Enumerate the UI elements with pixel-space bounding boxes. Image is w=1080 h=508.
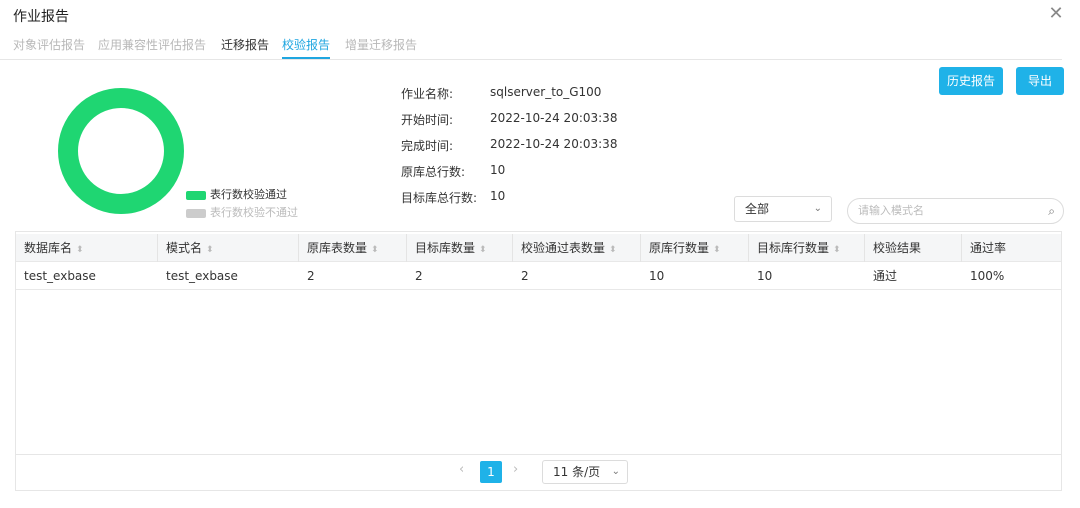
history-report-button[interactable]: 历史报告	[939, 67, 1003, 95]
pagination-bar	[16, 454, 1061, 490]
col-target-count[interactable]: 目标库数量 ⬍	[407, 234, 513, 262]
cell-passed-table-count: 2	[521, 269, 529, 283]
source-rows-value: 10	[490, 163, 506, 177]
tab-app-compatibility[interactable]: 应用兼容性评估报告	[98, 36, 206, 53]
col-pass-rate: 通过率	[970, 241, 1007, 255]
chevron-down-icon: ⌄	[813, 203, 822, 214]
legend-pass-swatch	[186, 190, 206, 200]
tab-migration[interactable]: 迁移报告	[221, 36, 269, 53]
sort-icon[interactable]: ⬍	[206, 245, 214, 255]
legend-fail: 表行数校验不通过	[186, 204, 298, 220]
page-size-select[interactable]: 11 条/页 ⌄	[542, 460, 628, 484]
col-passed-table-count[interactable]: 校验通过表数量 ⬍	[513, 234, 641, 262]
legend-pass: 表行数校验通过	[186, 186, 287, 202]
sort-icon[interactable]: ⬍	[76, 245, 84, 255]
col-source-row-count[interactable]: 原库行数量 ⬍	[641, 234, 749, 262]
legend-pass-label: 表行数校验通过	[210, 188, 287, 201]
sort-icon[interactable]: ⬍	[833, 245, 841, 255]
page-number-current[interactable]: 1	[480, 461, 502, 483]
chevron-down-icon: ⌄	[611, 466, 620, 477]
search-placeholder: 请输入模式名	[858, 204, 924, 217]
sort-icon[interactable]: ⬍	[371, 245, 379, 255]
cell-database-name: test_exbase	[24, 269, 96, 283]
verification-donut-chart	[58, 88, 184, 214]
end-time-label: 完成时间:	[401, 139, 454, 153]
dialog-title: 作业报告	[13, 9, 69, 25]
source-rows-label: 原库总行数:	[401, 165, 466, 179]
tab-incremental-migration[interactable]: 增量迁移报告	[345, 36, 417, 53]
job-name-label: 作业名称:	[401, 87, 454, 101]
start-time-label: 开始时间:	[401, 113, 454, 127]
export-button[interactable]: 导出	[1016, 67, 1064, 95]
col-source-table-count[interactable]: 原库表数量 ⬍	[299, 234, 407, 262]
tab-object-assessment[interactable]: 对象评估报告	[13, 36, 85, 53]
prev-page-icon[interactable]: ‹	[459, 462, 464, 477]
legend-fail-label: 表行数校验不通过	[210, 206, 298, 219]
verification-table: 数据库名 ⬍ 模式名 ⬍ 原库表数量 ⬍ 目标库数量 ⬍ 校验通过表数量 ⬍ 原库行数量 ⬍…	[15, 231, 1062, 491]
filter-select[interactable]: 全部 ⌄	[734, 196, 832, 222]
donut-slice-0	[58, 88, 184, 214]
cell-target-row-count: 10	[757, 269, 773, 283]
sort-icon[interactable]: ⬍	[713, 245, 721, 255]
col-schema-name[interactable]: 模式名 ⬍	[158, 234, 299, 262]
page-size-value: 11 条/页	[553, 465, 601, 479]
col-verification-result: 校验结果	[865, 234, 962, 262]
report-tabs: 对象评估报告 应用兼容性评估报告 迁移报告 校验报告 增量迁移报告	[0, 33, 1062, 60]
cell-schema-name: test_exbase	[166, 269, 238, 283]
cell-target-count: 2	[415, 269, 423, 283]
report-dialog: 作业报告 ✕ 对象评估报告 应用兼容性评估报告 迁移报告 校验报告 增量迁移报告…	[0, 0, 1080, 508]
col-database-name[interactable]: 数据库名 ⬍	[16, 234, 158, 262]
search-icon: ⌕	[1048, 204, 1055, 218]
cell-source-table-count: 2	[307, 269, 315, 283]
schema-search-input[interactable]: 请输入模式名 ⌕	[847, 198, 1064, 224]
start-time-value: 2022-10-24 20:03:38	[490, 111, 618, 125]
cell-verification-result: 通过	[873, 269, 898, 283]
sort-icon[interactable]: ⬍	[609, 245, 617, 255]
table-row[interactable]: test_exbase test_exbase 2 2 2 10 10 通过 1…	[16, 262, 1061, 290]
table-header: 数据库名 ⬍ 模式名 ⬍ 原库表数量 ⬍ 目标库数量 ⬍ 校验通过表数量 ⬍ 原库行数量 ⬍…	[16, 234, 1061, 262]
target-rows-value: 10	[490, 189, 506, 203]
tab-verification[interactable]: 校验报告	[282, 36, 330, 53]
legend-fail-swatch	[186, 208, 206, 218]
next-page-icon[interactable]: ›	[513, 462, 518, 477]
cell-source-row-count: 10	[649, 269, 665, 283]
job-name-value: sqlserver_to_G100	[490, 85, 602, 99]
filter-select-value: 全部	[745, 202, 770, 216]
target-rows-label: 目标库总行数:	[401, 191, 478, 205]
end-time-value: 2022-10-24 20:03:38	[490, 137, 618, 151]
active-tab-indicator	[282, 57, 330, 59]
close-icon[interactable]: ✕	[1046, 4, 1066, 24]
sort-icon[interactable]: ⬍	[479, 245, 487, 255]
col-target-row-count[interactable]: 目标库行数量 ⬍	[749, 234, 865, 262]
cell-pass-rate: 100%	[970, 269, 1005, 283]
